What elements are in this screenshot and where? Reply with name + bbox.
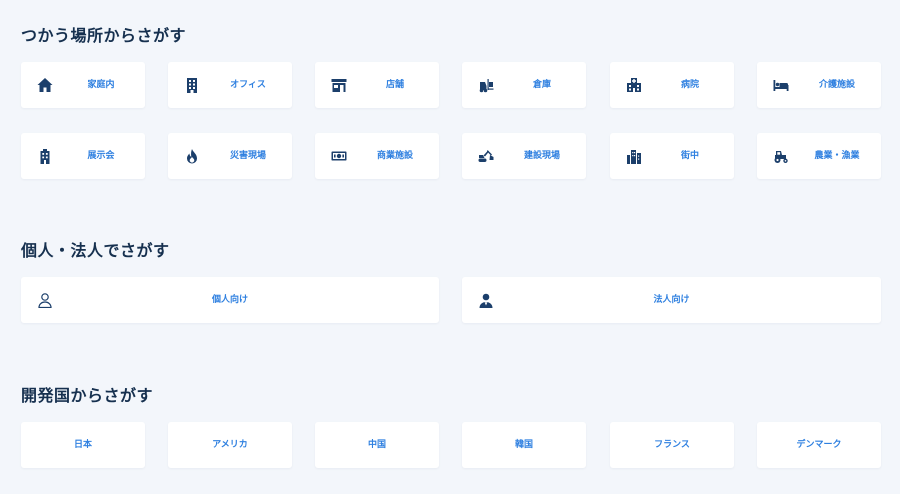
office-building-icon	[184, 77, 200, 93]
place-card-city[interactable]: 街中	[610, 133, 734, 179]
city-icon	[626, 148, 642, 164]
place-card-label: オフィス	[230, 80, 266, 90]
place-card-label: 介護施設	[818, 80, 855, 90]
place-card-agriculture-fishery[interactable]: 農業・漁業	[757, 133, 881, 179]
country-card-france[interactable]: フランス	[610, 422, 734, 468]
country-card-usa[interactable]: アメリカ	[168, 422, 292, 468]
place-card-label: 街中	[680, 151, 699, 161]
country-card-denmark[interactable]: デンマーク	[757, 422, 881, 468]
fire-icon	[184, 148, 200, 164]
place-card-label: 展示会	[87, 151, 115, 161]
customer-card-business[interactable]: 法人向け	[462, 277, 881, 323]
customer-card-label: 法人向け	[653, 295, 690, 305]
place-card-disaster-site[interactable]: 災害現場	[168, 133, 292, 179]
customer-card-individual[interactable]: 個人向け	[21, 277, 439, 323]
section-title-country: 開発国からさがす	[21, 386, 154, 405]
forklift-icon	[478, 77, 494, 93]
country-card-japan[interactable]: 日本	[21, 422, 145, 468]
country-card-label: デンマーク	[796, 440, 842, 450]
country-card-china[interactable]: 中国	[315, 422, 439, 468]
place-card-label: 店舗	[385, 80, 404, 90]
place-card-label: 病院	[680, 80, 699, 90]
hospital-icon	[626, 77, 642, 93]
section-title-place: つかう場所からさがす	[21, 26, 187, 45]
country-card-label: 韓国	[514, 440, 533, 450]
place-card-store[interactable]: 店舗	[315, 62, 439, 108]
storefront-icon	[331, 77, 347, 93]
place-card-warehouse[interactable]: 倉庫	[462, 62, 586, 108]
country-card-label: 日本	[73, 440, 92, 450]
country-card-label: 中国	[367, 440, 386, 450]
country-card-korea[interactable]: 韓国	[462, 422, 586, 468]
place-card-label: 災害現場	[229, 151, 266, 161]
place-card-exhibition[interactable]: 展示会	[21, 133, 145, 179]
country-card-label: フランス	[654, 440, 690, 450]
tractor-icon	[773, 148, 789, 164]
house-icon	[37, 77, 53, 93]
bed-icon	[773, 77, 789, 93]
place-card-label: 商業施設	[376, 151, 413, 161]
place-card-hospital[interactable]: 病院	[610, 62, 734, 108]
customer-card-label: 個人向け	[211, 295, 248, 305]
place-card-office[interactable]: オフィス	[168, 62, 292, 108]
section-title-customer: 個人・法人でさがす	[21, 241, 170, 260]
banknote-icon	[331, 148, 347, 164]
place-card-construction-site[interactable]: 建設現場	[462, 133, 586, 179]
place-card-label: 農業・漁業	[814, 151, 860, 161]
place-card-commercial-facility[interactable]: 商業施設	[315, 133, 439, 179]
excavator-icon	[478, 148, 494, 164]
place-card-home[interactable]: 家庭内	[21, 62, 145, 108]
place-card-label: 建設現場	[523, 151, 560, 161]
country-card-label: アメリカ	[212, 440, 248, 450]
place-card-label: 倉庫	[532, 80, 551, 90]
place-card-care-facility[interactable]: 介護施設	[757, 62, 881, 108]
exhibition-building-icon	[37, 148, 53, 164]
place-card-label: 家庭内	[87, 80, 115, 90]
